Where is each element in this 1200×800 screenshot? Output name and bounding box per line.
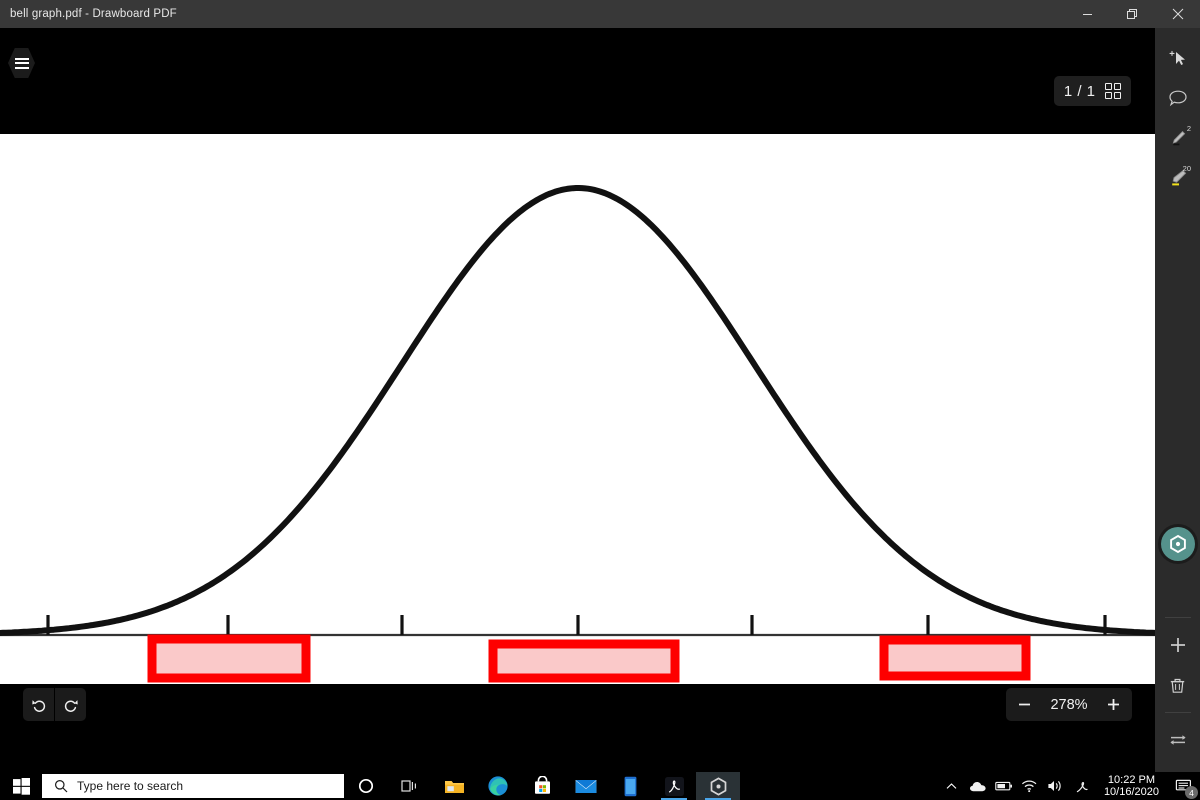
trash-icon bbox=[1170, 678, 1185, 693]
search-placeholder: Type here to search bbox=[77, 779, 184, 793]
pen-tool-button[interactable]: 2 bbox=[1155, 118, 1200, 158]
windows-taskbar: Type here to search 10:22 PM 10/16/2020 … bbox=[0, 772, 1200, 800]
plus-icon bbox=[1170, 638, 1185, 652]
wifi-icon bbox=[1022, 780, 1037, 793]
swap-arrows-icon bbox=[1169, 735, 1186, 745]
show-hidden-icons-button[interactable] bbox=[939, 772, 965, 800]
pen-tool-badge: 2 bbox=[1186, 124, 1191, 133]
hamburger-menu-icon bbox=[8, 48, 35, 78]
select-tool-button[interactable] bbox=[1155, 38, 1200, 78]
bell-curve-figure bbox=[0, 185, 1155, 683]
red-rect-left[interactable] bbox=[147, 634, 311, 683]
battery-tray-icon[interactable] bbox=[991, 772, 1017, 800]
window-controls bbox=[1065, 0, 1200, 28]
red-rect-right[interactable] bbox=[879, 635, 1031, 681]
red-rect-center[interactable] bbox=[488, 639, 680, 683]
comment-tool-button[interactable] bbox=[1155, 78, 1200, 118]
taskbar-item-task-view[interactable] bbox=[388, 772, 432, 800]
drawboard-pen-tray-icon[interactable] bbox=[1069, 772, 1095, 800]
tool-rail: 2 20 bbox=[1155, 28, 1200, 772]
minimize-button[interactable] bbox=[1065, 0, 1110, 28]
undo-redo-group bbox=[23, 688, 86, 721]
swap-tool-button[interactable] bbox=[1155, 720, 1200, 760]
taskbar-item-adobe-acrobat[interactable] bbox=[652, 772, 696, 800]
acrobat-icon bbox=[664, 776, 684, 796]
highlighter-tool-button[interactable]: 20 bbox=[1155, 158, 1200, 198]
clock-date: 10/16/2020 bbox=[1103, 786, 1159, 798]
taskbar-item-microsoft-store[interactable] bbox=[520, 772, 564, 800]
undo-button[interactable] bbox=[23, 688, 54, 721]
redo-button[interactable] bbox=[55, 688, 86, 721]
your-phone-icon bbox=[624, 776, 636, 796]
volume-tray-icon[interactable] bbox=[1043, 772, 1069, 800]
rail-divider-bottom bbox=[1164, 712, 1191, 713]
axis-tick-marks bbox=[46, 615, 1107, 635]
wifi-tray-icon[interactable] bbox=[1017, 772, 1043, 800]
search-input[interactable]: Type here to search bbox=[42, 774, 344, 798]
taskbar-item-microsoft-edge[interactable] bbox=[476, 772, 520, 800]
system-tray: 10:22 PM 10/16/2020 4 bbox=[939, 772, 1200, 800]
pen-tray-icon bbox=[1076, 781, 1088, 792]
annotation-rectangles bbox=[147, 634, 1031, 683]
taskbar-item-file-explorer[interactable] bbox=[432, 772, 476, 800]
document-area: 1 / 1 278% bbox=[0, 28, 1155, 772]
edge-icon bbox=[488, 776, 508, 796]
settings-button[interactable] bbox=[1160, 527, 1195, 561]
taskbar-item-drawboard-pdf[interactable] bbox=[696, 772, 740, 800]
onedrive-tray-icon[interactable] bbox=[965, 772, 991, 800]
clock[interactable]: 10:22 PM 10/16/2020 bbox=[1095, 774, 1168, 799]
zoom-level-value: 278% bbox=[1050, 696, 1088, 713]
start-button[interactable] bbox=[0, 772, 42, 800]
zoom-control: 278% bbox=[1006, 688, 1132, 721]
delete-tool-button[interactable] bbox=[1155, 665, 1200, 705]
file-explorer-icon bbox=[444, 780, 464, 793]
page-indicator[interactable]: 1 / 1 bbox=[1053, 76, 1131, 106]
volume-icon bbox=[1048, 781, 1062, 791]
window-title-bar: bell graph.pdf - Drawboard PDF bbox=[0, 0, 1200, 28]
drawboard-pdf-icon bbox=[710, 776, 726, 796]
comment-bubble-icon bbox=[1168, 90, 1187, 107]
zoom-out-button[interactable] bbox=[1006, 688, 1043, 721]
taskbar-item-mail[interactable] bbox=[564, 772, 608, 800]
rail-divider-top bbox=[1164, 617, 1191, 618]
drawboard-pdf-app: 1 / 1 278% 2 20 bbox=[0, 28, 1200, 772]
chevron-up-icon bbox=[947, 782, 957, 789]
taskbar-item-your-phone[interactable] bbox=[608, 772, 652, 800]
mail-icon bbox=[575, 779, 597, 793]
cortana-icon bbox=[358, 778, 374, 794]
cursor-sparkle-icon bbox=[1168, 50, 1185, 65]
zoom-in-button[interactable] bbox=[1095, 688, 1132, 721]
notification-count-badge: 4 bbox=[1185, 786, 1198, 799]
store-icon bbox=[534, 776, 550, 794]
add-tool-button[interactable] bbox=[1155, 625, 1200, 665]
cortana-button[interactable] bbox=[344, 772, 388, 800]
search-icon bbox=[55, 780, 68, 793]
windows-logo-icon bbox=[12, 777, 30, 795]
bell-curve-path bbox=[0, 185, 1155, 637]
hamburger-menu-button[interactable] bbox=[8, 48, 35, 78]
hexagon-settings-icon bbox=[1169, 534, 1186, 554]
highlighter-tool-badge: 20 bbox=[1182, 164, 1191, 173]
pen-icon bbox=[1172, 130, 1185, 146]
restore-button[interactable] bbox=[1110, 0, 1155, 28]
window-title: bell graph.pdf - Drawboard PDF bbox=[10, 8, 177, 20]
task-view-icon bbox=[401, 780, 416, 792]
clock-time: 10:22 PM bbox=[1107, 773, 1156, 786]
pdf-page[interactable] bbox=[0, 134, 1155, 684]
notifications-button[interactable]: 4 bbox=[1168, 772, 1200, 800]
page-indicator-label: 1 / 1 bbox=[1063, 82, 1096, 100]
cloud-icon bbox=[969, 781, 986, 791]
close-button[interactable] bbox=[1155, 0, 1200, 28]
battery-icon bbox=[995, 781, 1012, 791]
page-thumbnails-icon[interactable] bbox=[1104, 82, 1121, 100]
